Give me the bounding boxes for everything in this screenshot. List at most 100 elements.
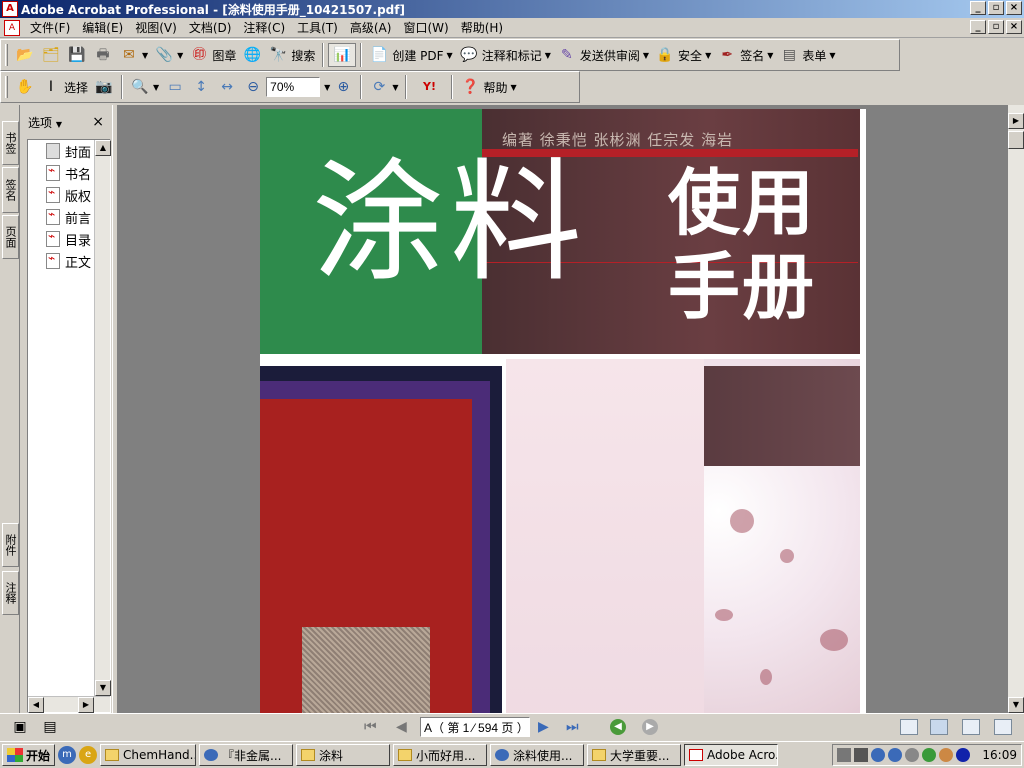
- organizer-button[interactable]: 🗂: [38, 43, 64, 67]
- open-button[interactable]: 📂: [12, 43, 38, 67]
- how-to-button[interactable]: 📊: [328, 43, 357, 67]
- task-university[interactable]: 大学重要...: [587, 744, 682, 766]
- close-button[interactable]: ×: [1006, 1, 1022, 15]
- zoom-tool-button[interactable]: 🔍 ▼: [127, 75, 162, 99]
- task-coatings-browser[interactable]: 涂料使用...: [490, 744, 585, 766]
- tab-bookmarks[interactable]: 书签: [2, 121, 19, 165]
- tab-signatures[interactable]: 签名: [2, 167, 19, 213]
- tray-sound-icon[interactable]: [905, 748, 919, 762]
- page-number-input[interactable]: [420, 717, 530, 737]
- search-button[interactable]: 🔭 搜索: [265, 43, 318, 67]
- menu-advanced[interactable]: 高级(A): [344, 19, 398, 36]
- page-size-icon[interactable]: ▤: [40, 718, 60, 736]
- go-back-icon[interactable]: ◀: [610, 719, 626, 735]
- continuous-facing-icon[interactable]: [994, 719, 1012, 735]
- document-icon[interactable]: A: [4, 19, 20, 36]
- forms-button[interactable]: ▤ 表单 ▼: [776, 43, 838, 67]
- menu-comments[interactable]: 注释(C): [237, 19, 291, 36]
- print-button[interactable]: 🖶: [90, 43, 116, 67]
- menu-tools[interactable]: 工具(T): [291, 19, 344, 36]
- tray-input-icon[interactable]: [956, 748, 970, 762]
- facing-icon[interactable]: [962, 719, 980, 735]
- web-button[interactable]: 🌐: [239, 43, 265, 67]
- fit-page-button[interactable]: ↕: [188, 75, 214, 99]
- next-page-icon[interactable]: ▶: [538, 719, 549, 735]
- menu-file[interactable]: 文件(F): [24, 19, 76, 36]
- task-small-tools[interactable]: 小而好用...: [393, 744, 488, 766]
- email-button[interactable]: ✉ ▼: [116, 43, 151, 67]
- hand-tool-button[interactable]: ✋: [12, 75, 38, 99]
- continuous-icon[interactable]: [930, 719, 948, 735]
- scroll-left-icon[interactable]: ◀: [28, 697, 44, 713]
- scroll-thumb[interactable]: [1008, 131, 1024, 149]
- task-acrobat[interactable]: Adobe Acro...: [684, 744, 779, 766]
- menu-view[interactable]: 视图(V): [129, 19, 183, 36]
- select-tool-button[interactable]: Ⅰ 选择: [38, 75, 91, 99]
- task-coatings-folder[interactable]: 涂料: [296, 744, 391, 766]
- attach-button[interactable]: 📎 ▼: [151, 43, 186, 67]
- tray-camera-icon[interactable]: [854, 748, 868, 762]
- close-pane-button[interactable]: ×: [92, 114, 104, 130]
- tray-maxthon-icon[interactable]: [871, 748, 885, 762]
- task-chemhand[interactable]: ChemHand...: [100, 744, 197, 766]
- menu-help[interactable]: 帮助(H): [455, 19, 509, 36]
- clock[interactable]: 16:09: [982, 748, 1017, 762]
- doc-restore-button[interactable]: ▫: [988, 20, 1004, 34]
- tray-app-icon[interactable]: [837, 748, 851, 762]
- stamp-button[interactable]: ㊞图章: [186, 43, 239, 67]
- go-forward-icon[interactable]: ▶: [642, 719, 658, 735]
- toolbar-grip[interactable]: [5, 76, 8, 98]
- help-button[interactable]: ❓ 帮助 ▼: [457, 75, 519, 99]
- security-button[interactable]: 🔒 安全 ▼: [652, 43, 714, 67]
- zoom-input[interactable]: [266, 77, 321, 97]
- tray-network-icon[interactable]: [922, 748, 936, 762]
- tab-attachments[interactable]: 附件: [2, 523, 19, 567]
- task-nonmetal[interactable]: 『非金属...: [199, 744, 294, 766]
- zoom-out-button[interactable]: ⊖: [240, 75, 266, 99]
- fit-width-button[interactable]: ↔: [214, 75, 240, 99]
- start-button[interactable]: 开始: [2, 744, 56, 766]
- single-page-icon[interactable]: [900, 719, 918, 735]
- rotate-button[interactable]: ⟳ ▼: [366, 75, 401, 99]
- tray-maxthon2-icon[interactable]: [888, 748, 902, 762]
- sign-button[interactable]: ✒ 签名 ▼: [714, 43, 776, 67]
- menu-window[interactable]: 窗口(W): [397, 19, 454, 36]
- actual-size-button[interactable]: ▭: [162, 75, 188, 99]
- page-thumbnail-icon[interactable]: ▣: [10, 718, 30, 736]
- comment-markup-button[interactable]: 💬 注释和标记 ▼: [456, 43, 554, 67]
- options-menu[interactable]: 选项 ▼: [28, 114, 62, 131]
- save-button[interactable]: 💾: [64, 43, 90, 67]
- bookmark-vscrollbar[interactable]: ▲ ▼: [94, 140, 111, 712]
- first-page-icon[interactable]: ⏮: [364, 719, 377, 735]
- previous-page-icon[interactable]: ◀: [396, 719, 407, 735]
- scroll-right-icon[interactable]: ▶: [78, 697, 94, 713]
- quick-launch-browser-icon[interactable]: e: [79, 746, 98, 764]
- menu-edit[interactable]: 编辑(E): [76, 19, 129, 36]
- last-page-icon[interactable]: ⏭: [566, 719, 579, 735]
- help-icon: ❓: [461, 79, 480, 95]
- yahoo-button[interactable]: Y!: [411, 75, 447, 99]
- minimize-button[interactable]: _: [970, 1, 986, 15]
- tray-security-icon[interactable]: [939, 748, 953, 762]
- scroll-down-icon[interactable]: ▼: [1008, 697, 1024, 713]
- tab-comments[interactable]: 注释: [2, 571, 19, 615]
- menu-document[interactable]: 文档(D): [183, 19, 238, 36]
- document-view[interactable]: 编著 徐秉恺 张彬渊 任宗发 海岩 涂料 使用手册: [118, 105, 1008, 713]
- scroll-up-icon[interactable]: ▶: [1008, 113, 1024, 129]
- scroll-up-icon[interactable]: ▲: [95, 140, 111, 156]
- chevron-down-icon: ▼: [446, 50, 453, 60]
- snapshot-button[interactable]: 📷: [91, 75, 117, 99]
- restore-button[interactable]: ▫: [988, 1, 1004, 15]
- bookmark-hscrollbar[interactable]: ◀ ▶: [28, 696, 110, 713]
- zoom-in-button[interactable]: ⊕: [330, 75, 356, 99]
- cover-texture-block: [302, 627, 430, 713]
- quick-launch-maxthon-icon[interactable]: m: [58, 746, 77, 764]
- scroll-down-icon[interactable]: ▼: [95, 680, 111, 696]
- send-review-button[interactable]: ✎ 发送供审阅 ▼: [554, 43, 652, 67]
- document-vscrollbar[interactable]: ▶ ▼: [1008, 105, 1024, 713]
- doc-minimize-button[interactable]: _: [970, 20, 986, 34]
- toolbar-grip[interactable]: [5, 44, 8, 66]
- doc-close-button[interactable]: ×: [1006, 20, 1022, 34]
- tab-pages[interactable]: 页面: [2, 215, 19, 259]
- create-pdf-button[interactable]: 📄 创建 PDF ▼: [366, 43, 455, 67]
